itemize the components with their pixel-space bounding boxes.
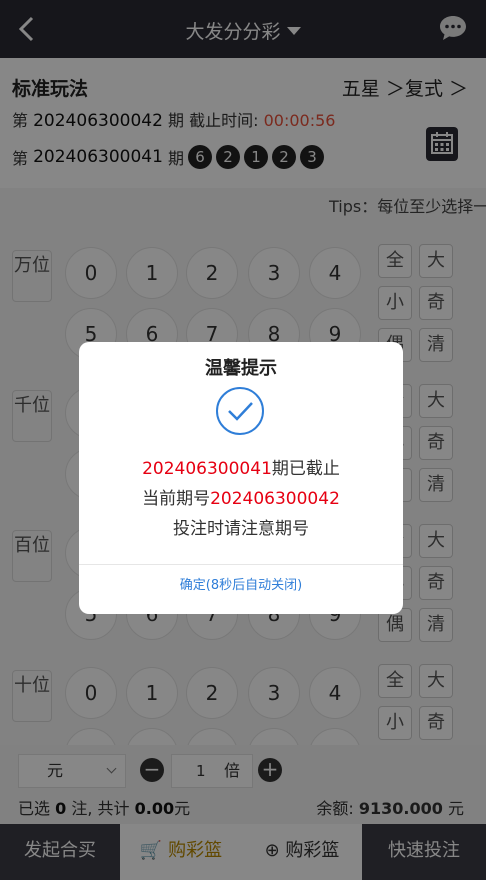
check-circle-icon — [216, 387, 264, 435]
dialog-line-2: 当前期号202406300042 — [79, 484, 403, 509]
dialog-line-3: 投注时请注意期号 — [173, 519, 309, 539]
current-label: 当前期号 — [142, 489, 211, 509]
confirm-button[interactable]: 确定(8秒后自动关闭) — [79, 574, 403, 593]
notice-dialog: 温馨提示 202406300041期已截止 当前期号202406300042 投… — [79, 342, 403, 614]
current-issue-red: 202406300042 — [210, 489, 340, 509]
dialog-divider — [79, 564, 403, 565]
dialog-title: 温馨提示 — [205, 358, 277, 379]
closed-issue: 202406300041 — [142, 459, 272, 479]
dialog-line-1: 202406300041期已截止 — [79, 454, 403, 479]
closed-text: 期已截止 — [271, 459, 340, 479]
